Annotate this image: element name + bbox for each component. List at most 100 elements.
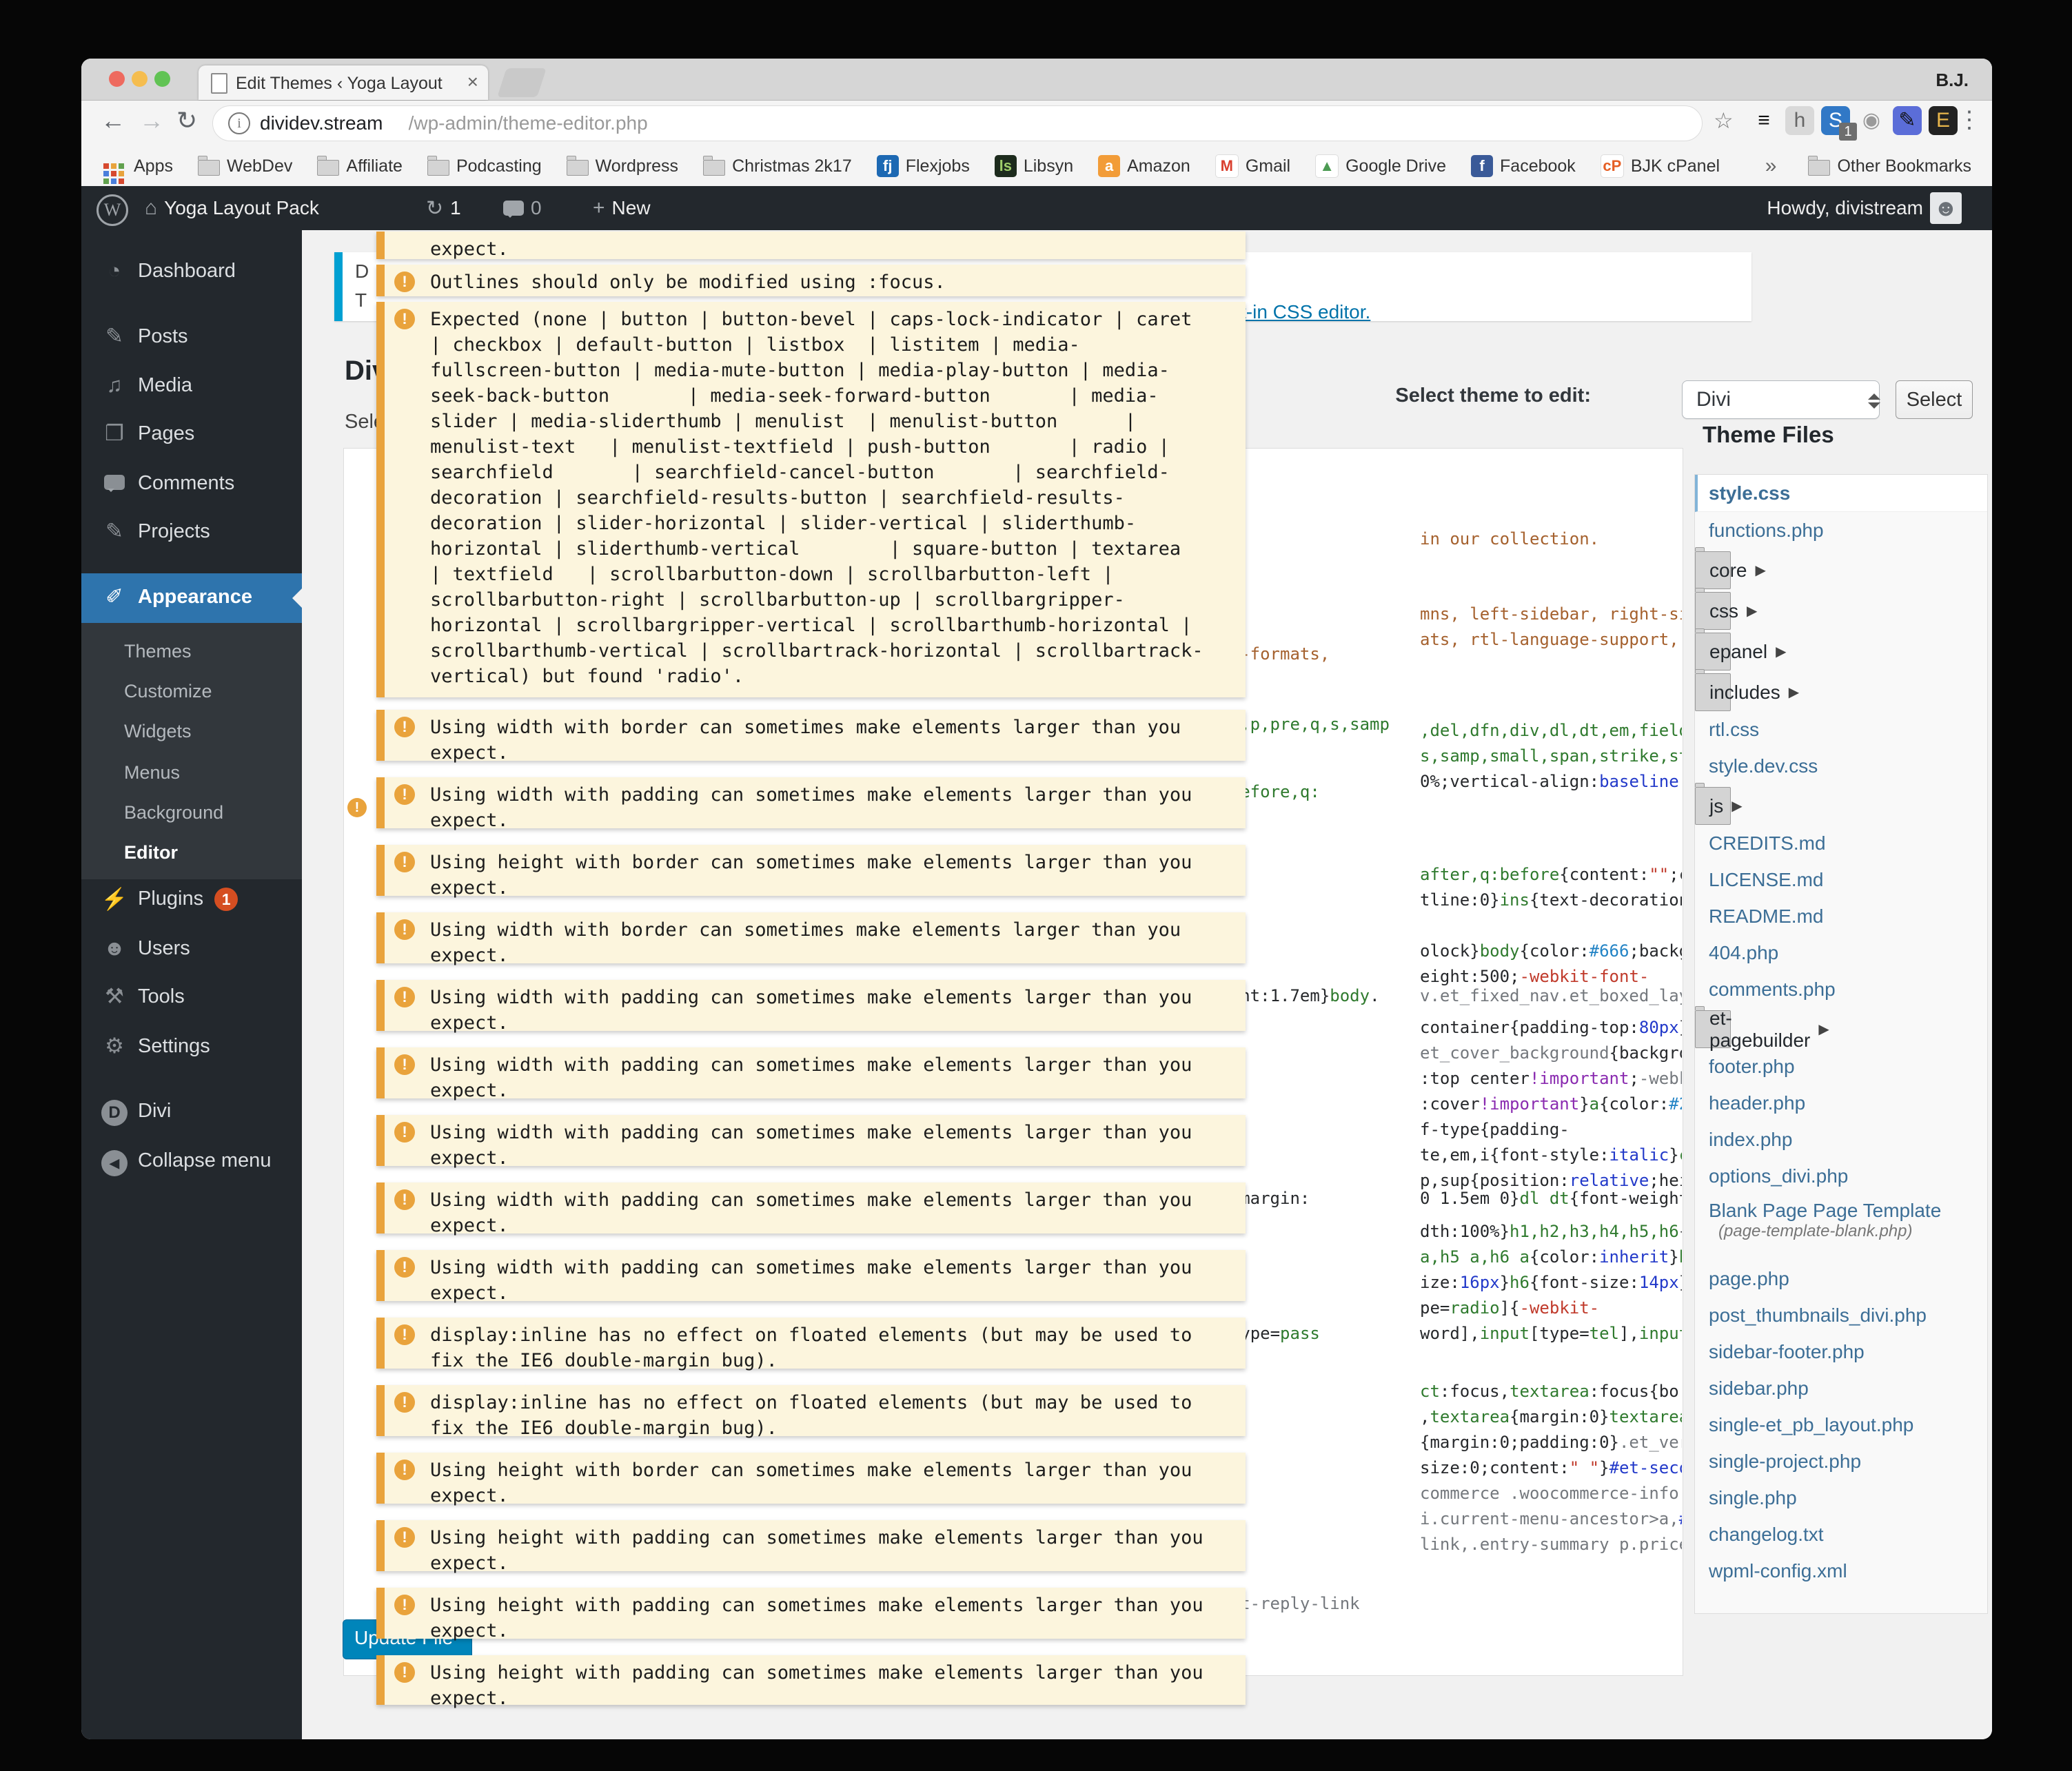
theme-file-epanel[interactable]: epanel ▶ [1695,628,1786,670]
admin-bar-new[interactable]: + New [593,186,651,230]
theme-file-readme-md[interactable]: README.md [1695,898,1987,934]
close-window-button[interactable] [109,71,125,87]
howdy-label[interactable]: Howdy, divistream [1767,186,1923,230]
camera-extension-icon[interactable]: ◉ [1857,106,1886,135]
bookmark-bjk-cpanel[interactable]: cP BJK cPanel [1600,146,1720,186]
theme-file-et-pagebuilder[interactable]: et-pagebuilder ▶ [1695,1006,1829,1051]
sidebar-item-tools[interactable]: ⚒ Tools [81,984,302,1023]
builtin-css-editor-link-fragment[interactable]: t-in CSS editor. [1241,301,1370,323]
theme-select-dropdown[interactable]: Divi [1682,380,1880,419]
bookmark-affiliate[interactable]: Affiliate [317,146,403,186]
sidebar-item-plugins[interactable]: ⚡ Plugins 1 [81,886,302,925]
other-bookmarks-label[interactable]: Other Bookmarks [1837,156,1971,176]
sidebar-item-collapse-menu[interactable]: ◀ Collapse menu [81,1148,302,1187]
theme-file-post-thumbnails-divi-php[interactable]: post_thumbnails_divi.php [1695,1297,1987,1333]
theme-file-single-php[interactable]: single.php [1695,1480,1987,1516]
reload-icon[interactable]: ↻ [176,106,197,135]
zoom-window-button[interactable] [154,71,170,87]
bookmark-star-icon[interactable]: ☆ [1714,108,1734,134]
admin-bar-site-name[interactable]: ⌂ Yoga Layout Pack [145,186,319,230]
sidebar-item-divi[interactable]: D Divi [81,1098,302,1137]
theme-file-single-et-pb-layout-php[interactable]: single-et_pb_layout.php [1695,1406,1987,1443]
sidebar-item-customize[interactable]: Customize [124,681,212,702]
theme-select-value: Divi [1696,388,1731,411]
theme-file-sidebar-footer-php[interactable]: sidebar-footer.php [1695,1333,1987,1370]
theme-file-css[interactable]: css ▶ [1695,588,1757,630]
theme-file-functions-php[interactable]: functions.php [1695,512,1987,549]
bookmark-gmail[interactable]: M Gmail [1215,146,1290,186]
eyedropper-extension-icon[interactable]: ✎ [1893,106,1922,135]
theme-file-changelog-txt[interactable]: changelog.txt [1695,1516,1987,1553]
bookmark-facebook[interactable]: f Facebook [1471,146,1576,186]
theme-file-index-php[interactable]: index.php [1695,1121,1987,1158]
sidebar-item-settings[interactable]: ⚙ Settings [81,1034,302,1072]
update-file-button[interactable]: Update File [343,1619,472,1659]
theme-file-blank-page-page-template[interactable]: Blank Page Page Template (page-template-b… [1695,1194,1987,1260]
eyedropper-extension-icon-glyph: ✎ [1898,109,1916,132]
sidebar-item-media[interactable]: ♫ Media [81,373,302,411]
theme-file-includes[interactable]: includes ▶ [1695,669,1799,711]
new-tab-button[interactable] [497,68,547,97]
sidebar-item-widgets[interactable]: Widgets [124,721,192,742]
bookmark-google-drive[interactable]: ▲ Google Drive [1315,146,1446,186]
sidebar-item-menus[interactable]: Menus [124,762,180,784]
wordpress-logo-icon[interactable]: W [97,194,128,226]
browser-menu-icon[interactable]: ⋮ [1958,106,1981,134]
sidebar-item-users[interactable]: ☻ Users [81,936,302,974]
bookmark-christmas-2k17[interactable]: Christmas 2k17 [703,146,852,186]
theme-file-header-php[interactable]: header.php [1695,1085,1987,1121]
theme-file-js[interactable]: js ▶ [1695,783,1743,825]
forward-icon[interactable]: → [139,106,164,135]
theme-file-credits-md[interactable]: CREDITS.md [1695,825,1987,861]
code-line-fragment: :top center!important;-webkit-background… [1420,1069,1682,1088]
sidebar-item-editor[interactable]: Editor [124,842,178,863]
bookmark-webdev[interactable]: WebDev [197,146,292,186]
bookmark-flexjobs[interactable]: fj Flexjobs [876,146,970,186]
file-name: footer.php [1709,1055,1795,1077]
browser-profile-label[interactable]: B.J. [1936,70,1969,91]
minimize-window-button[interactable] [132,71,148,87]
theme-file-wpml-config-xml[interactable]: wpml-config.xml [1695,1553,1987,1589]
theme-file-404-php[interactable]: 404.php [1695,934,1987,971]
code-line-fragment: size:0;content:" "}#et-secondary-menu [1420,1458,1682,1477]
theme-file-options-divi-php[interactable]: options_divi.php [1695,1158,1987,1194]
layers-extension-icon[interactable]: ≡ [1749,106,1778,135]
select-theme-button[interactable]: Select [1896,380,1973,419]
bookmark-wordpress[interactable]: Wordpress [566,146,678,186]
bookmark-amazon[interactable]: a Amazon [1098,146,1190,186]
bookmarks-overflow-icon[interactable]: » [1765,154,1777,178]
back-icon[interactable]: ← [101,106,125,135]
sidebar-item-comments[interactable]: Comments [81,471,302,509]
theme-file-sidebar-php[interactable]: sidebar.php [1695,1370,1987,1406]
theme-file-footer-php[interactable]: footer.php [1695,1048,1987,1085]
admin-bar-updates[interactable]: ↻ 1 [426,186,461,230]
bookmark-apps[interactable]: Apps [102,146,173,186]
bookmark-podcasting[interactable]: Podcasting [427,146,542,186]
h-extension-icon[interactable]: h [1785,106,1814,135]
theme-file-style-css[interactable]: style.css [1695,475,1987,512]
theme-file-comments-php[interactable]: comments.php [1695,971,1987,1007]
tab-close-icon[interactable]: × [467,71,478,93]
theme-file-style-dev-css[interactable]: style.dev.css [1695,748,1987,784]
e-extension-icon[interactable]: E [1929,106,1958,135]
bookmark-libsyn[interactable]: ls Libsyn [994,146,1073,186]
code-line-fragment: {margin:0;padding:0}.et_vertical_nav #pa… [1420,1433,1682,1452]
browser-tab[interactable]: Edit Themes ‹ Yoga Layout Pac × [199,65,488,100]
sidebar-item-projects[interactable]: ✎ Projects [81,519,302,557]
sidebar-item-themes[interactable]: Themes [124,641,192,662]
theme-file-rtl-css[interactable]: rtl.css [1695,711,1987,748]
sidebar-item-posts[interactable]: ✎ Posts [81,324,302,362]
sidebar-item-pages[interactable]: ❐ Pages [81,421,302,460]
site-info-icon[interactable]: i [228,112,250,134]
theme-file-core[interactable]: core ▶ [1695,547,1766,589]
theme-file-page-php[interactable]: page.php [1695,1260,1987,1297]
s-extension-icon[interactable]: S1 [1821,106,1857,141]
avatar[interactable]: ☻ [1930,192,1962,224]
sidebar-item-appearance[interactable]: ✐ Appearance [81,573,302,623]
admin-bar-comments[interactable]: 0 [503,186,542,230]
theme-file-license-md[interactable]: LICENSE.md [1695,861,1987,898]
sidebar-item-dashboard[interactable]: ◔ Dashboard [81,258,302,297]
theme-file-single-project-php[interactable]: single-project.php [1695,1443,1987,1480]
sidebar-item-background[interactable]: Background [124,802,223,823]
url-bar[interactable]: i dividev.stream /wp-admin/theme-editor.… [212,105,1703,141]
